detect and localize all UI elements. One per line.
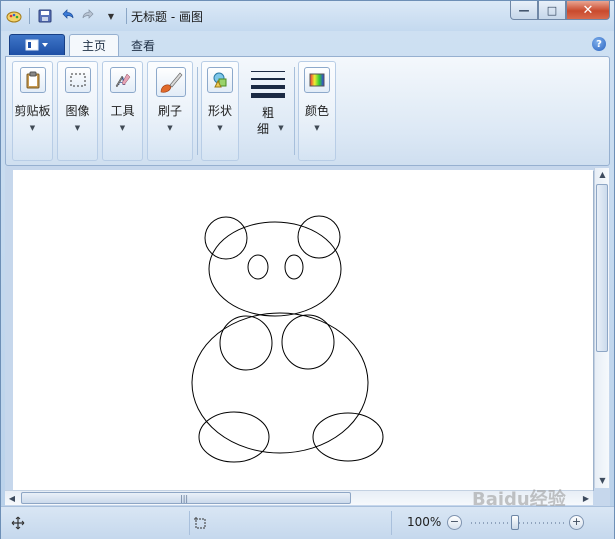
cursor-position-icon xyxy=(11,515,25,531)
grip-icon: ||| xyxy=(180,494,189,503)
chevron-down-icon: ▼ xyxy=(29,124,36,132)
status-divider xyxy=(391,511,392,535)
bear-drawing xyxy=(191,215,384,463)
drawing-canvas[interactable] xyxy=(13,170,593,490)
tools-label: 工具 xyxy=(110,104,135,118)
scroll-up-icon[interactable]: ▲ xyxy=(595,168,610,182)
chevron-down-icon: ▼ xyxy=(314,124,320,132)
brushes-label: 刷子 xyxy=(157,104,182,118)
ribbon: 剪贴板 ▼ 图像 ▼ A 工具 ▼ 刷子 ▼ 形状 ▼ 粗 细 ▼ 颜色 ▼ xyxy=(5,56,610,166)
vertical-scroll-thumb[interactable] xyxy=(596,184,608,352)
colors-icon xyxy=(304,67,330,93)
chevron-down-icon: ▼ xyxy=(167,124,173,132)
scroll-right-icon[interactable]: ▶ xyxy=(579,491,593,506)
select-icon xyxy=(65,67,91,93)
ribbon-separator xyxy=(197,67,198,155)
maximize-button[interactable]: □ xyxy=(538,1,566,20)
shapes-group[interactable]: 形状 ▼ xyxy=(201,61,239,161)
zoom-level: 100% xyxy=(407,515,442,529)
brush-icon xyxy=(156,67,186,97)
zoom-slider-thumb[interactable] xyxy=(511,515,519,530)
qat-separator xyxy=(126,8,127,24)
tab-view[interactable]: 查看 xyxy=(119,34,167,56)
quick-access-toolbar: ▼ xyxy=(5,5,133,27)
image-label: 图像 xyxy=(65,104,90,118)
scroll-left-icon[interactable]: ◀ xyxy=(5,491,19,506)
paint-window: ▼ 无标题 - 画图 — □ ✕ 主页 查看 ? 剪贴板 ▼ 图像 ▼ A 工具… xyxy=(0,0,615,539)
image-group[interactable]: 图像 ▼ xyxy=(57,61,98,161)
chevron-down-icon: ▼ xyxy=(217,124,223,132)
line-width-icon xyxy=(251,67,285,98)
help-icon[interactable]: ? xyxy=(592,37,606,51)
tools-group[interactable]: A 工具 ▼ xyxy=(102,61,143,161)
shapes-label: 形状 xyxy=(207,104,232,118)
title-bar: ▼ 无标题 - 画图 — □ ✕ xyxy=(1,1,614,31)
ribbon-separator xyxy=(294,67,295,155)
chevron-down-icon: ▼ xyxy=(119,124,126,132)
horizontal-scroll-thumb[interactable]: ||| xyxy=(21,492,351,504)
brushes-group[interactable]: 刷子 ▼ xyxy=(147,61,193,161)
workspace: ▲ ▼ xyxy=(5,166,610,506)
window-title: 无标题 - 画图 xyxy=(131,10,203,24)
status-bar: 100% − + xyxy=(1,506,614,539)
zoom-out-button[interactable]: − xyxy=(447,515,462,530)
clipboard-group[interactable]: 剪贴板 ▼ xyxy=(12,61,53,161)
paint-menu-icon xyxy=(25,39,48,51)
colors-label: 颜色 xyxy=(304,104,329,118)
paint-menu-button[interactable] xyxy=(9,34,65,55)
zoom-in-button[interactable]: + xyxy=(569,515,584,530)
redo-icon[interactable] xyxy=(80,7,98,25)
status-divider xyxy=(189,511,190,535)
selection-size-icon xyxy=(193,515,207,531)
save-icon[interactable] xyxy=(36,7,54,25)
size-label-line1: 粗 xyxy=(261,106,274,120)
minimize-button[interactable]: — xyxy=(510,1,538,20)
close-button[interactable]: ✕ xyxy=(566,1,610,20)
colors-group[interactable]: 颜色 ▼ xyxy=(298,61,336,161)
scroll-down-icon[interactable]: ▼ xyxy=(595,474,610,488)
size-group[interactable]: 粗 细 ▼ xyxy=(243,61,293,161)
tab-home[interactable]: 主页 xyxy=(69,34,120,56)
window-controls: — □ ✕ xyxy=(510,1,610,20)
paint-app-icon[interactable] xyxy=(5,7,23,25)
clipboard-label: 剪贴板 xyxy=(14,104,51,118)
clipboard-icon xyxy=(20,67,46,93)
customize-qat-icon[interactable]: ▼ xyxy=(102,7,120,25)
vertical-scrollbar[interactable]: ▲ ▼ xyxy=(594,168,609,488)
shapes-icon xyxy=(207,67,233,93)
tools-icon: A xyxy=(110,67,136,93)
chevron-down-icon: ▼ xyxy=(74,124,81,132)
ribbon-tab-row: 主页 查看 ? xyxy=(1,31,614,56)
undo-icon[interactable] xyxy=(58,7,76,25)
qat-separator xyxy=(29,8,30,24)
